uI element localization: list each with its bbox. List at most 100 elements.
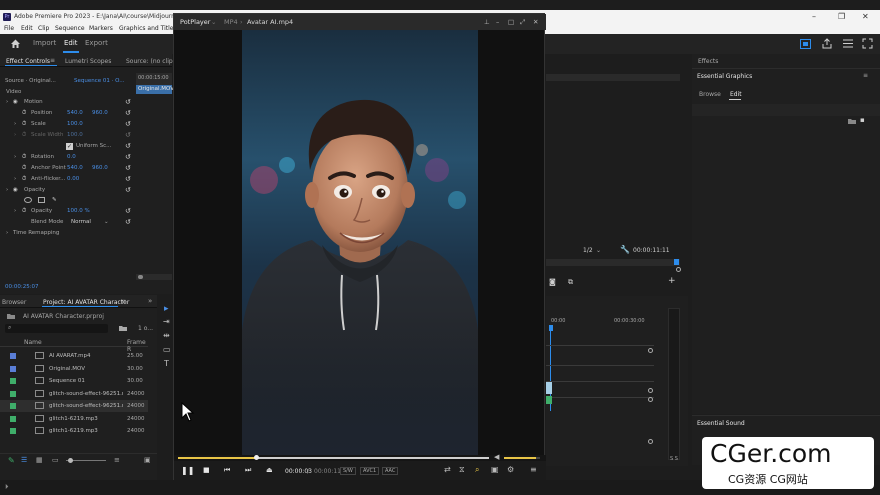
fullscreen-icon[interactable]: ⤢ <box>520 18 525 27</box>
track-handle[interactable] <box>648 388 653 393</box>
icon-view-icon[interactable]: ▦ <box>36 456 43 464</box>
track-handle[interactable] <box>648 397 653 402</box>
label-color-swatch[interactable] <box>10 365 16 372</box>
track-handle[interactable] <box>648 348 653 353</box>
ec-uniform-scale-row[interactable]: ✓ Uniform Sc... ↺ <box>0 142 136 152</box>
volume-slider[interactable] <box>504 457 540 459</box>
next-icon[interactable]: ⏭ <box>245 466 251 475</box>
anchor-x[interactable]: 540.0 <box>67 165 83 171</box>
label-color-swatch[interactable] <box>10 390 16 397</box>
rect-mask-icon[interactable] <box>38 197 45 203</box>
tab-browse[interactable]: Browse <box>699 91 721 98</box>
opacity-value[interactable]: 100.0 % <box>67 208 90 214</box>
project-item[interactable]: glitch1-6219.mp3 24000 <box>0 425 148 437</box>
label-color-swatch[interactable] <box>10 353 16 359</box>
ec-scrollbar[interactable] <box>136 274 172 280</box>
clip-bar[interactable]: Original.MOV <box>136 85 174 94</box>
selection-tool-icon[interactable]: ▸ <box>164 304 169 314</box>
blend-mode-select[interactable]: Normal <box>71 219 91 225</box>
pin-icon[interactable]: ⊥ <box>484 18 490 26</box>
menu-markers[interactable]: Markers <box>89 25 113 32</box>
folder-icon[interactable] <box>848 118 856 124</box>
settings-icon[interactable]: ⚙ <box>507 465 514 474</box>
3d-icon[interactable]: ⧖ <box>459 465 465 475</box>
tab-edit[interactable]: Edit <box>64 39 78 47</box>
compare-icon[interactable]: ⧉ <box>568 278 573 287</box>
project-item[interactable]: Sequence 01 30.00 <box>0 375 148 387</box>
column-name[interactable]: Name <box>24 339 42 346</box>
volume-icon[interactable]: ◀ <box>494 453 499 461</box>
tab-export[interactable]: Export <box>85 39 108 47</box>
tab-import[interactable]: Import <box>33 39 56 47</box>
ec-opacity-value-row[interactable]: › ⏱ Opacity 100.0 % ↺ <box>0 207 136 217</box>
stop-icon[interactable]: ■ <box>203 466 210 474</box>
minimize-button[interactable]: – <box>812 12 816 21</box>
eject-icon[interactable]: ⏏ <box>266 466 273 474</box>
chevron-down-icon[interactable]: ⌄ <box>211 18 216 26</box>
ec-antiflicker-row[interactable]: › ⏱ Anti-flicker... 0.00 ↺ <box>0 175 136 185</box>
ec-timecode[interactable]: 00:00:25:07 <box>5 284 39 290</box>
list-view-icon[interactable]: ☰ <box>21 456 27 464</box>
scrub-handle[interactable] <box>676 267 681 272</box>
type-tool-icon[interactable]: T <box>164 359 169 368</box>
close-button[interactable]: ✕ <box>862 12 869 21</box>
track-select-icon[interactable]: ⇥ <box>163 317 170 326</box>
position-x[interactable]: 540.0 <box>67 110 83 116</box>
label-color-swatch[interactable] <box>10 403 16 409</box>
360-icon[interactable]: ⇄ <box>444 465 451 474</box>
sort-icon[interactable]: ≡ <box>114 456 120 464</box>
menu-icon[interactable]: ≡ <box>530 465 537 474</box>
maximize-icon[interactable]: □ <box>508 18 514 26</box>
workspaces-icon[interactable] <box>800 39 811 49</box>
panel-menu-icon[interactable]: ≡ <box>863 72 868 79</box>
minimize-icon[interactable]: – <box>496 18 499 26</box>
menu-clip[interactable]: Clip <box>38 25 49 32</box>
mini-timeline[interactable]: 00:00:15:00 Original.MOV <box>136 73 174 94</box>
audio-clip[interactable] <box>546 396 552 404</box>
ec-opacity-row[interactable]: › ◉ Opacity ↺ <box>0 186 136 196</box>
tab-source[interactable]: Source: (no clips) <box>126 58 178 65</box>
ec-motion-row[interactable]: › ◉ Motion ↺ <box>0 98 136 108</box>
zoom-slider-handle[interactable] <box>68 458 73 463</box>
tab-project[interactable]: Project: AI AVATAR Character <box>43 299 129 306</box>
program-scrub-bar[interactable] <box>546 259 680 266</box>
ec-anchor-row[interactable]: ⏱ Anchor Point 540.0 960.0 ↺ <box>0 164 136 174</box>
ec-time-remap-row[interactable]: › Time Remapping <box>0 229 136 239</box>
new-item-icon[interactable]: ▣ <box>144 456 151 464</box>
anchor-y[interactable]: 960.0 <box>92 165 108 171</box>
potplayer-app-name[interactable]: PotPlayer <box>180 18 210 26</box>
new-layer-icon[interactable]: ▪ <box>860 116 865 124</box>
resolution-select[interactable]: 1/2 <box>583 247 593 254</box>
project-item[interactable]: glitch-sound-effect-96251.m 24000 <box>0 388 148 400</box>
badge-sw[interactable]: S/W <box>340 467 356 475</box>
scale-value[interactable]: 100.0 <box>67 121 83 127</box>
video-clip[interactable] <box>546 382 552 394</box>
project-item[interactable]: Original.MOV 30.00 <box>0 363 148 375</box>
menu-edit[interactable]: Edit <box>21 25 33 32</box>
ec-rotation-row[interactable]: › ⏱ Rotation 0.0 ↺ <box>0 153 136 163</box>
menu-lines-icon[interactable] <box>843 39 853 48</box>
zoom-icon[interactable]: ⌕ <box>475 465 479 475</box>
effects-tab[interactable]: Effects <box>698 58 718 65</box>
pen-icon[interactable]: ✎ <box>52 197 57 203</box>
tab-edit-eg[interactable]: Edit <box>730 91 742 98</box>
ec-position-row[interactable]: ⏱ Position 540.0 960.0 ↺ <box>0 109 136 119</box>
video-frame[interactable] <box>242 30 478 461</box>
menu-sequence[interactable]: Sequence <box>55 25 85 32</box>
ec-scale-row[interactable]: › ⏱ Scale 100.0 ↺ <box>0 120 136 130</box>
source-label[interactable]: Source · Original... <box>5 78 56 84</box>
label-color-swatch[interactable] <box>10 415 16 422</box>
ec-blend-row[interactable]: Blend Mode Normal ⌄ ↺ <box>0 218 136 228</box>
rotation-value[interactable]: 0.0 <box>67 154 76 160</box>
expand-icon[interactable] <box>862 38 873 49</box>
program-ruler[interactable] <box>546 74 680 81</box>
freeform-view-icon[interactable]: ▭ <box>52 456 59 464</box>
tab-effect-controls[interactable]: Effect Controls <box>6 58 50 65</box>
antiflicker-value[interactable]: 0.00 <box>67 176 79 182</box>
badge-audio[interactable]: AAC <box>382 467 399 475</box>
close-icon[interactable]: ✕ <box>533 18 538 26</box>
more-panels-icon[interactable]: » <box>148 297 152 305</box>
bin-icon[interactable] <box>119 325 127 331</box>
project-item[interactable]: glitch-sound-effect-96251.m 24000 <box>0 400 148 412</box>
ellipse-mask-icon[interactable] <box>24 197 32 203</box>
